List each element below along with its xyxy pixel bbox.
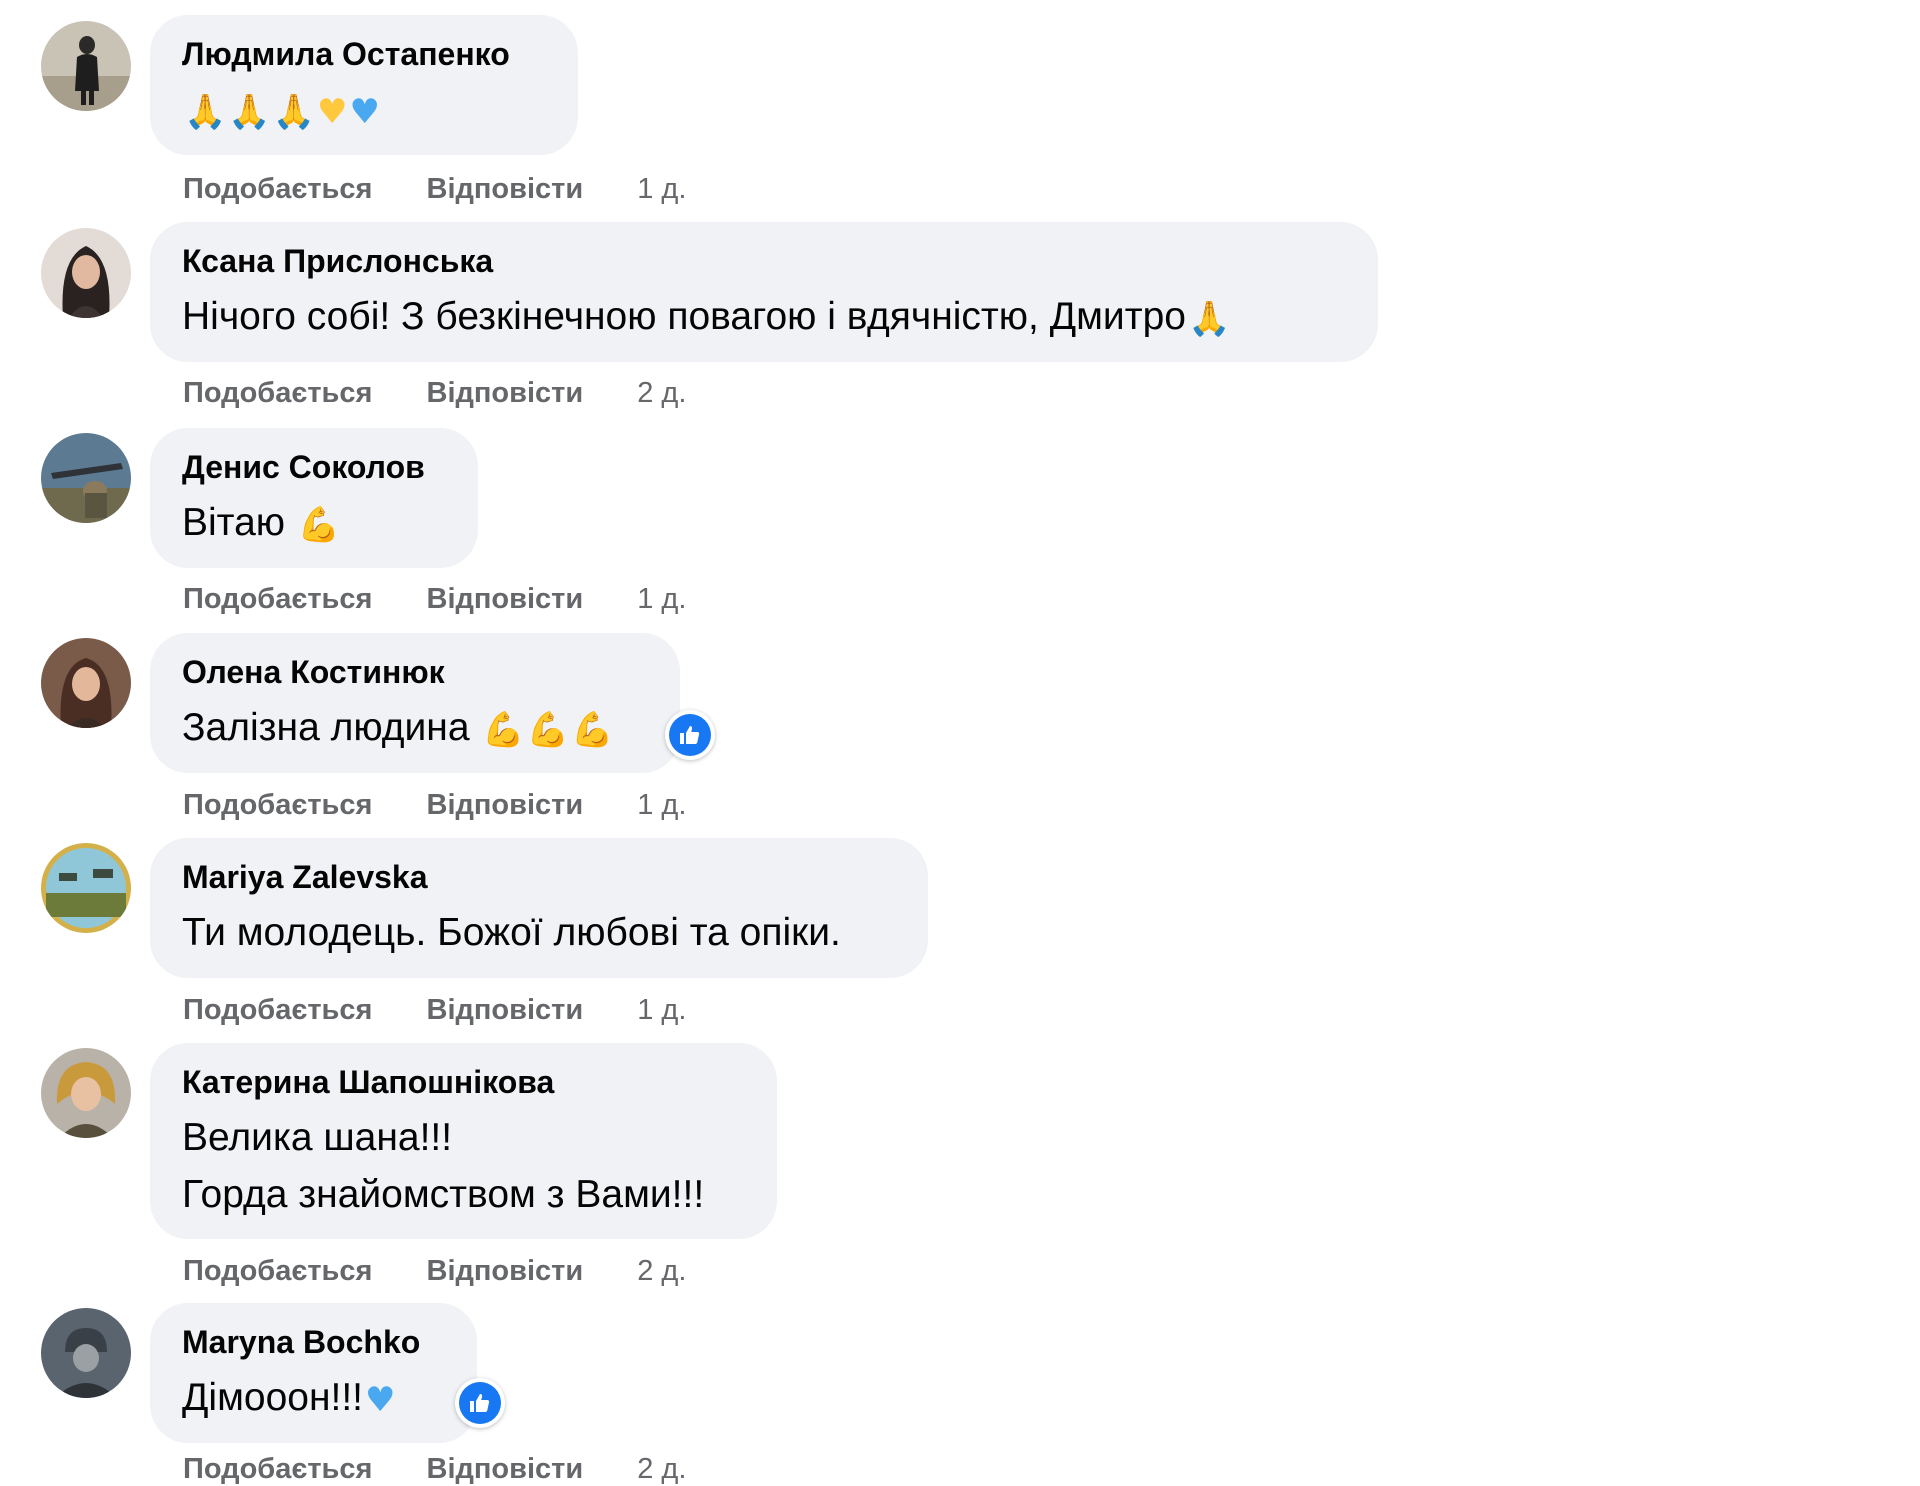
like-reaction-badge (669, 714, 711, 756)
like-button[interactable]: Подобається (183, 173, 372, 205)
avatar[interactable] (41, 1308, 131, 1398)
comment-actions: Подобається Відповісти 2 д. (183, 1254, 686, 1288)
comment-actions: Подобається Відповісти 1 д. (183, 172, 686, 206)
yellow-heart-icon: ♥ (317, 91, 348, 132)
comment-author[interactable]: Mariya Zalevska (182, 858, 896, 896)
reply-button[interactable]: Відповісти (427, 377, 584, 409)
blue-heart-icon: ♥ (349, 91, 380, 132)
comment-text: Вітаю (182, 501, 286, 544)
like-button[interactable]: Подобається (183, 789, 372, 821)
comment-bubble: Maryna Bochko Дімооон!!!♥ (150, 1303, 477, 1443)
comment-author[interactable]: Катерина Шапошнікова (182, 1063, 745, 1101)
comment-actions: Подобається Відповісти 2 д. (183, 1452, 686, 1486)
comment-actions: Подобається Відповісти 1 д. (183, 993, 686, 1027)
folded-hands-icon: 🙏 (184, 91, 227, 132)
comment-actions: Подобається Відповісти 1 д. (183, 788, 686, 822)
like-reaction-icon[interactable] (455, 1378, 505, 1428)
comment-author[interactable]: Денис Соколов (182, 448, 446, 486)
avatar[interactable] (41, 433, 131, 523)
comment-text-line: Нічого собі! З безкінечною повагою і вдя… (182, 288, 1346, 345)
comment-text: Нічого собі! З безкінечною повагою і вдя… (182, 295, 1186, 338)
comment-timestamp[interactable]: 1 д. (637, 994, 686, 1026)
comment-timestamp[interactable]: 1 д. (637, 583, 686, 615)
comment-actions: Подобається Відповісти 2 д. (183, 376, 686, 410)
comment-text: Ти молодець. Божої любові та опіки. (182, 911, 841, 954)
reply-button[interactable]: Відповісти (427, 583, 584, 615)
folded-hands-icon: 🙏 (272, 91, 316, 132)
flexed-biceps-icon: 💪 (297, 504, 341, 545)
comment-bubble: Mariya Zalevska Ти молодець. Божої любов… (150, 838, 928, 978)
reply-button[interactable]: Відповісти (427, 1255, 584, 1287)
flexed-biceps-icon: 💪 (571, 709, 614, 750)
comments-list: Людмила Остапенко 🙏🙏🙏♥♥ Подобається Відп… (0, 0, 1920, 1485)
like-button[interactable]: Подобається (183, 377, 372, 409)
comment-bubble: Ксана Прислонська Нічого собі! З безкіне… (150, 222, 1378, 362)
avatar[interactable] (41, 1048, 131, 1138)
like-reaction-icon[interactable] (665, 710, 715, 760)
reply-button[interactable]: Відповісти (427, 1453, 584, 1485)
folded-hands-icon: 🙏 (228, 91, 271, 132)
comment-bubble: Людмила Остапенко 🙏🙏🙏♥♥ (150, 15, 578, 155)
comment-text-line: Вітаю 💪 (182, 494, 446, 551)
like-button[interactable]: Подобається (183, 583, 372, 615)
reply-button[interactable]: Відповісти (427, 789, 584, 821)
like-button[interactable]: Подобається (183, 1453, 372, 1485)
reply-button[interactable]: Відповісти (427, 173, 584, 205)
blue-heart-icon: ♥ (365, 1379, 396, 1420)
comment-emoji-line: 🙏🙏🙏♥♥ (182, 81, 546, 138)
comment-text: Дімооон!!! (182, 1376, 364, 1419)
comment-text: Горда знайомством з Вами!!! (182, 1173, 705, 1216)
avatar[interactable] (41, 638, 131, 728)
avatar[interactable] (41, 21, 131, 111)
folded-hands-icon: 🙏 (1187, 298, 1231, 339)
comment-actions: Подобається Відповісти 1 д. (183, 582, 686, 616)
avatar[interactable] (41, 843, 131, 933)
comment-author[interactable]: Олена Костинюк (182, 653, 648, 691)
comment-timestamp[interactable]: 2 д. (637, 1255, 686, 1287)
comment-text: Велика шана!!! (182, 1116, 453, 1159)
comment-text-line: Залізна людина 💪💪💪 (182, 699, 648, 756)
comment-text: Залізна людина (182, 706, 470, 749)
flexed-biceps-icon: 💪 (482, 709, 525, 750)
avatar[interactable] (41, 228, 131, 318)
like-reaction-badge (459, 1382, 501, 1424)
comment-author[interactable]: Ксана Прислонська (182, 242, 1346, 280)
comment-text-line: Дімооон!!!♥ (182, 1369, 445, 1426)
like-button[interactable]: Подобається (183, 994, 372, 1026)
comment-timestamp[interactable]: 1 д. (637, 173, 686, 205)
like-button[interactable]: Подобається (183, 1255, 372, 1287)
flexed-biceps-icon: 💪 (526, 709, 570, 750)
comment-bubble: Денис Соколов Вітаю 💪 (150, 428, 478, 568)
comment-author[interactable]: Людмила Остапенко (182, 35, 546, 73)
comment-timestamp[interactable]: 1 д. (637, 789, 686, 821)
comment-timestamp[interactable]: 2 д. (637, 1453, 686, 1485)
reply-button[interactable]: Відповісти (427, 994, 584, 1026)
comment-author[interactable]: Maryna Bochko (182, 1323, 445, 1361)
comment-timestamp[interactable]: 2 д. (637, 377, 686, 409)
comment-bubble: Олена Костинюк Залізна людина 💪💪💪 (150, 633, 680, 773)
comment-bubble: Катерина Шапошнікова Велика шана!!! Горд… (150, 1043, 777, 1239)
